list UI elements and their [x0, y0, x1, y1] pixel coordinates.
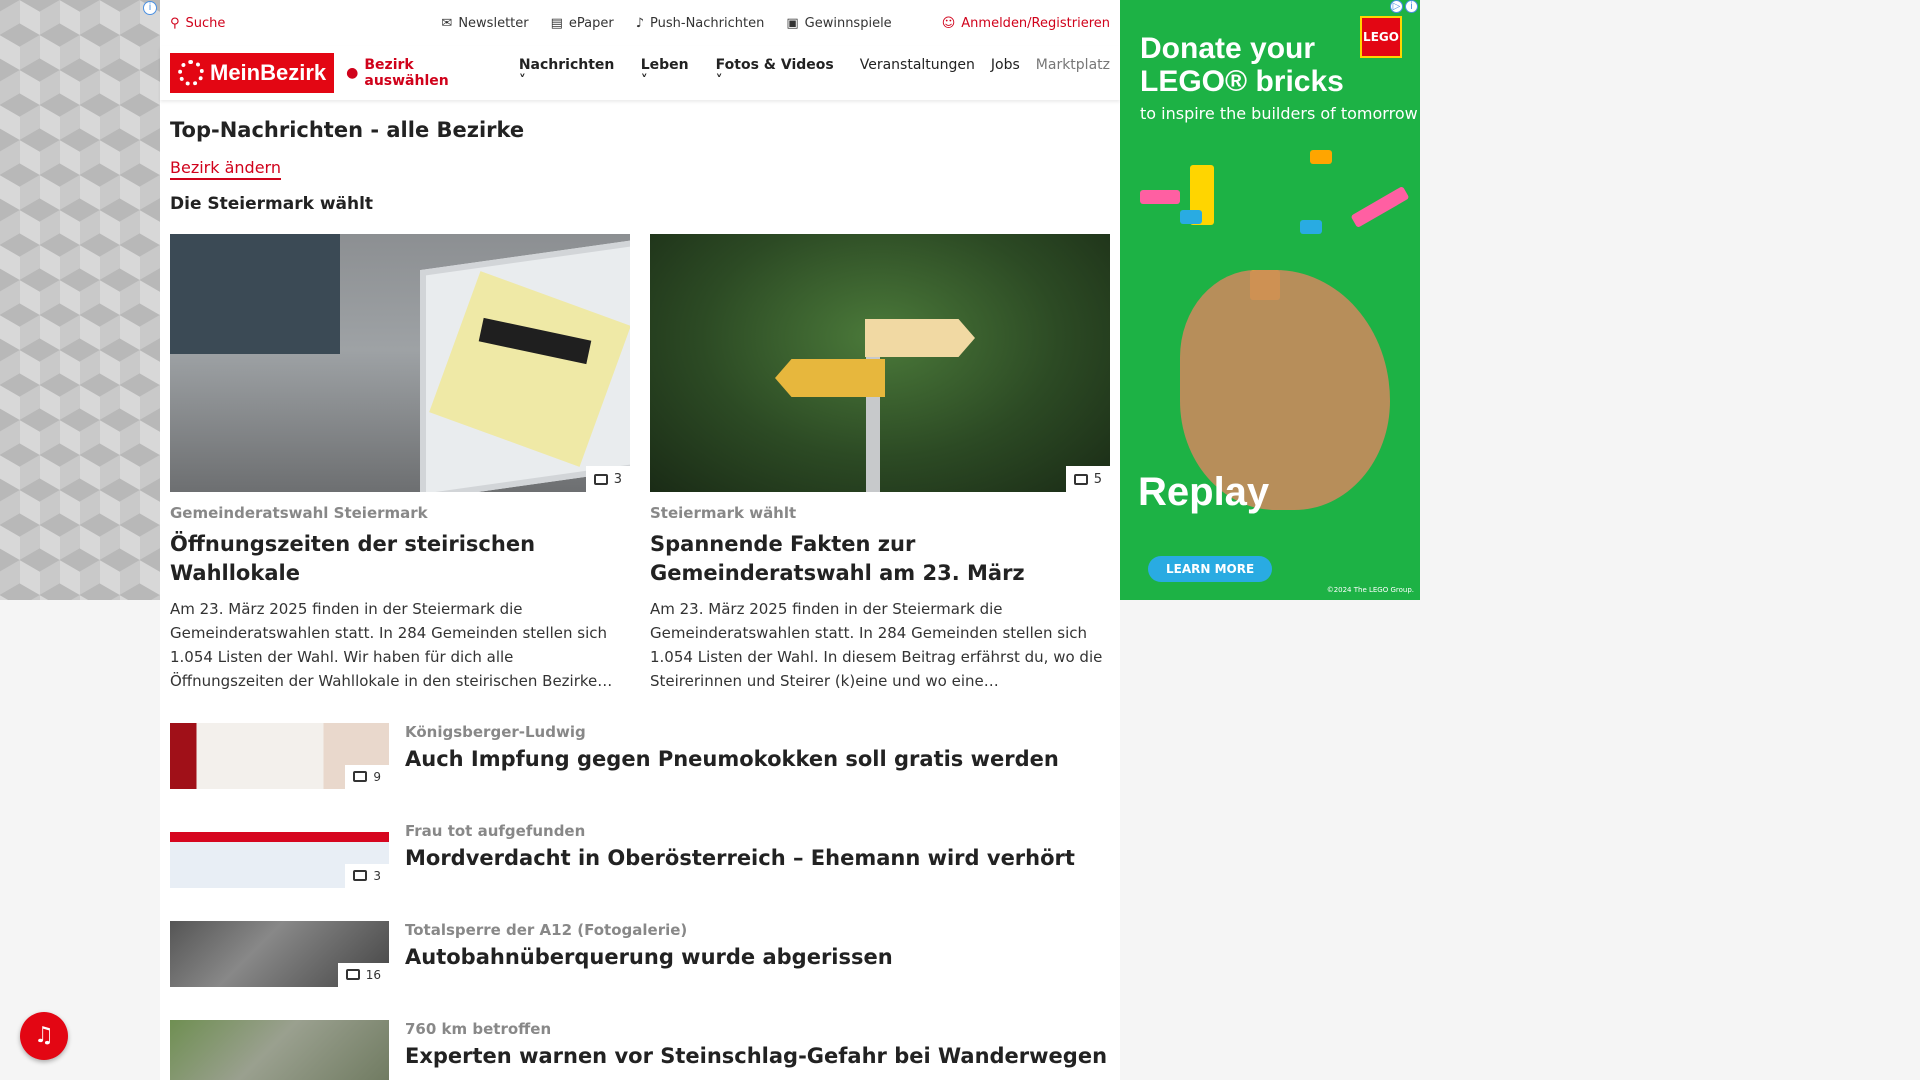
article-title[interactable]: Experten warnen vor Steinschlag-Gefahr b… — [405, 1044, 1110, 1068]
epaper-link[interactable]: ▤ ePaper — [551, 16, 614, 31]
newsletter-link[interactable]: ✉ Newsletter — [441, 16, 528, 31]
logo-icon — [178, 60, 204, 86]
gewinnspiele-link[interactable]: ▣ Gewinnspiele — [786, 16, 891, 31]
article-title[interactable]: Mordverdacht in Oberösterreich – Ehemann… — [405, 846, 1110, 870]
ad-copyright: ©2024 The LEGO Group. — [1326, 586, 1414, 594]
user-icon: ☺ — [941, 15, 956, 31]
article-kicker: Steiermark wählt — [650, 504, 797, 522]
nav-item-fotos-videos[interactable]: Fotos & Videos ˅ — [716, 57, 844, 89]
list-item[interactable]: 9 Königsberger-Ludwig Auch Impfung gegen… — [170, 722, 1110, 789]
list-item[interactable]: 16 Totalsperre der A12 (Fotogalerie) Aut… — [170, 920, 1110, 987]
ad-choices[interactable]: ▷ i — [1390, 0, 1420, 14]
epaper-label: ePaper — [568, 15, 614, 31]
login-label: Anmelden/Registrieren — [961, 15, 1110, 31]
bell-icon: ♫ — [34, 1023, 54, 1048]
bell-icon: ♪ — [635, 15, 645, 31]
district-label: Bezirk auswählen — [364, 57, 449, 89]
ad-info-icon[interactable]: i — [1405, 0, 1418, 13]
gift-icon: ▣ — [786, 15, 799, 31]
article-kicker: Königsberger-Ludwig — [405, 722, 586, 741]
article-thumbnail[interactable]: 16 — [170, 920, 389, 987]
article-kicker: Totalsperre der A12 (Fotogalerie) — [405, 920, 688, 939]
image-icon — [1073, 473, 1088, 485]
learn-more-button[interactable]: LEARN MORE — [1148, 556, 1273, 582]
article-kicker: 760 km betroffen — [405, 1019, 552, 1038]
main-navbar: MeinBezirk ● Bezirk auswählen Nachrichte… — [160, 46, 1120, 100]
nav-item-marktplatz[interactable]: Marktplatz — [1036, 57, 1110, 89]
ad-replay-logo: Replay — [1138, 470, 1270, 514]
nav-links: Nachrichten ˅ Leben ˅ Fotos & Videos ˅ V… — [519, 57, 1110, 89]
article-thumbnail[interactable]: 9 — [170, 722, 389, 789]
list-item[interactable]: 760 km betroffen Experten warnen vor Ste… — [170, 1019, 1110, 1080]
image-icon — [353, 870, 368, 882]
featured-cards: 3 Gemeinderatswahl Steiermark Öffnungsze… — [170, 234, 1110, 693]
nav-item-veranstaltungen[interactable]: Veranstaltungen — [860, 57, 975, 89]
search-link[interactable]: ⚲ Suche — [170, 16, 225, 31]
photo-count-badge: 16 — [337, 962, 389, 987]
change-district-link[interactable]: Bezirk ändern — [170, 158, 281, 180]
article-teaser: Am 23. März 2025 finden in der Steiermar… — [170, 599, 613, 690]
lego-ad-banner[interactable]: Donate your LEGO® bricks to inspire the … — [1120, 0, 1420, 600]
nav-item-leben[interactable]: Leben ˅ — [641, 57, 700, 89]
top-utility-bar: ⚲ Suche ✉ Newsletter ▤ ePaper ♪ Push-Nachri… — [160, 0, 1120, 46]
image-icon — [345, 969, 360, 981]
notification-bell-button[interactable]: ♫ — [20, 1012, 68, 1060]
image-icon — [353, 771, 368, 783]
nav-item-nachrichten[interactable]: Nachrichten ˅ — [519, 57, 625, 89]
mail-icon: ✉ — [441, 15, 453, 31]
push-link[interactable]: ♪ Push-Nachrichten — [636, 16, 765, 31]
article-thumbnail[interactable] — [170, 1019, 389, 1080]
article-kicker: Frau tot aufgefunden — [405, 821, 586, 840]
location-pin-icon: ● — [346, 65, 359, 81]
article-list: 9 Königsberger-Ludwig Auch Impfung gegen… — [170, 722, 1110, 1080]
ad-subtitle: to inspire the builders of tomorrow — [1140, 104, 1418, 123]
photo-count-badge: 3 — [345, 863, 389, 888]
featured-card[interactable]: 5 Steiermark wählt Spannende Fakten zur … — [650, 234, 1110, 693]
newsletter-label: Newsletter — [458, 15, 529, 31]
nav-item-jobs[interactable]: Jobs — [991, 57, 1020, 89]
login-link[interactable]: ☺ Anmelden/Registrieren — [942, 16, 1110, 31]
newspaper-icon: ▤ — [550, 15, 563, 31]
list-item[interactable]: 3 Frau tot aufgefunden Mordverdacht in O… — [170, 821, 1110, 888]
article-title[interactable]: Spannende Fakten zur Gemeinderatswahl am… — [650, 530, 1110, 589]
photo-count-badge: 5 — [1065, 466, 1110, 492]
search-icon: ⚲ — [170, 15, 180, 31]
site-logo[interactable]: MeinBezirk — [170, 53, 335, 93]
background-pattern — [0, 0, 160, 600]
page-title: Top-Nachrichten - alle Bezirke — [170, 118, 525, 142]
article-image[interactable]: 3 — [170, 234, 630, 492]
article-kicker: Gemeinderatswahl Steiermark — [170, 504, 428, 522]
gewinnspiele-label: Gewinnspiele — [804, 15, 892, 31]
search-label: Suche — [185, 15, 226, 31]
image-icon — [593, 473, 608, 485]
lego-logo: LEGO — [1360, 16, 1402, 58]
district-select[interactable]: ● Bezirk auswählen — [346, 57, 502, 89]
ad-info-icon[interactable]: i — [143, 1, 157, 15]
adchoices-arrow-icon[interactable]: ▷ — [1390, 0, 1403, 13]
photo-count-badge: 3 — [585, 466, 630, 492]
article-title[interactable]: Autobahnüberquerung wurde abgerissen — [405, 945, 1110, 969]
section-title: Die Steiermark wählt — [170, 194, 374, 214]
photo-count-badge: 9 — [345, 764, 389, 789]
article-teaser: Am 23. März 2025 finden in der Steiermar… — [650, 599, 1103, 690]
logo-text: MeinBezirk — [210, 60, 327, 85]
featured-card[interactable]: 3 Gemeinderatswahl Steiermark Öffnungsze… — [170, 234, 630, 693]
article-title[interactable]: Auch Impfung gegen Pneumokokken soll gra… — [405, 747, 1110, 771]
article-title[interactable]: Öffnungszeiten der steirischen Wahllokal… — [170, 530, 630, 589]
push-label: Push-Nachrichten — [650, 15, 765, 31]
article-image[interactable]: 5 — [650, 234, 1110, 492]
content-area: Top-Nachrichten - alle Bezirke Bezirk än… — [160, 118, 1120, 1080]
article-thumbnail[interactable]: 3 — [170, 821, 389, 888]
main-page: ⚲ Suche ✉ Newsletter ▤ ePaper ♪ Push-Nachri… — [160, 0, 1120, 1080]
